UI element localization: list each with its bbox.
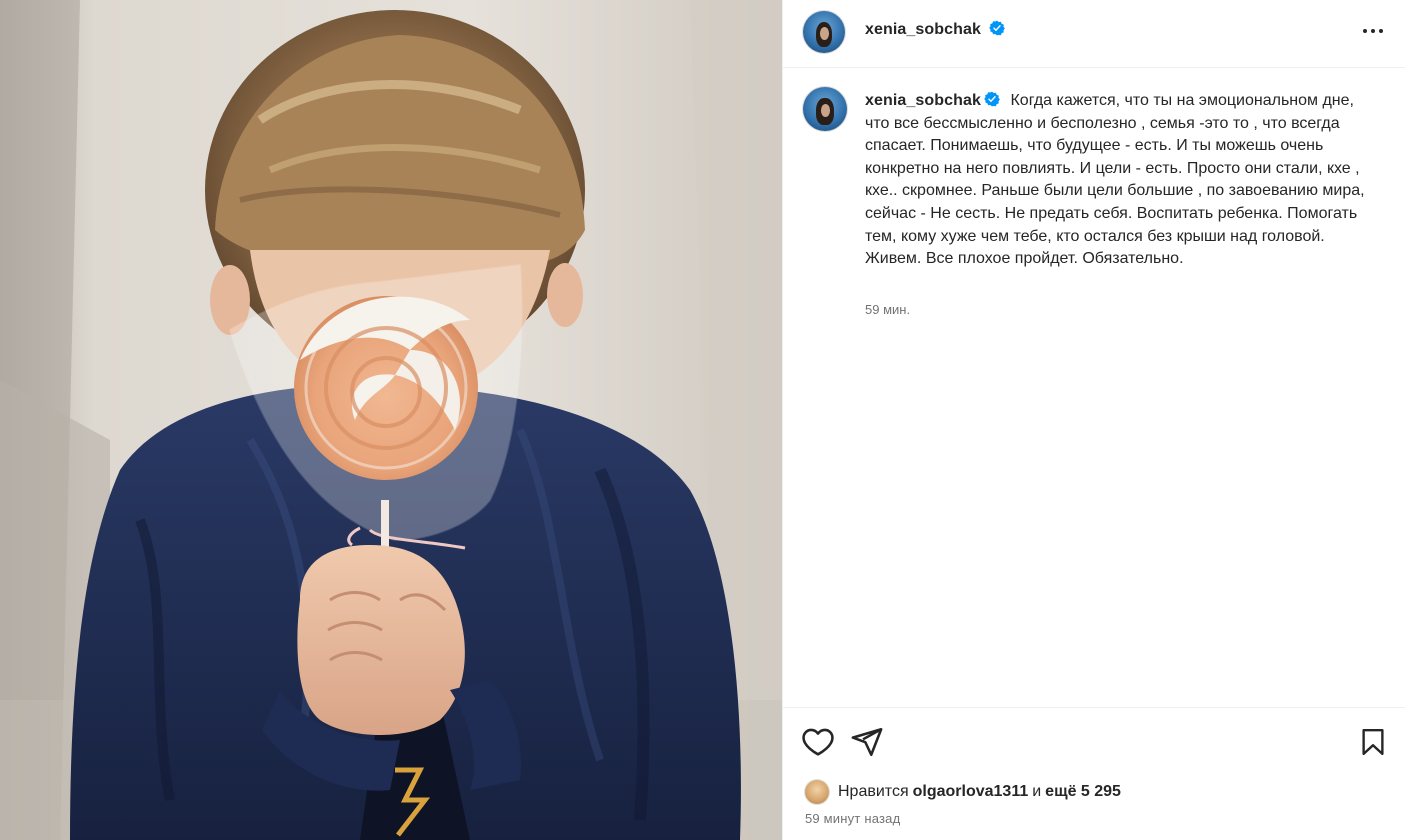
instagram-post: xenia_sobchak xenia_sobchak Когда кажетс…	[0, 0, 1405, 840]
likes-summary: Нравится olgaorlova1311 и ещё 5 295	[805, 780, 1125, 804]
post-header: xenia_sobchak	[783, 0, 1405, 68]
post-timestamp[interactable]: 59 минут назад	[805, 811, 900, 826]
caption-text-block: xenia_sobchak Когда кажется, что ты на э…	[865, 90, 1380, 271]
paper-plane-icon[interactable]	[850, 725, 884, 759]
author-username-text[interactable]: xenia_sobchak	[865, 21, 981, 38]
author-avatar[interactable]	[803, 11, 845, 53]
verified-badge-icon	[988, 20, 1005, 36]
likes-count-link[interactable]: ещё 5 295	[1045, 783, 1121, 801]
post-photo-image	[0, 0, 782, 840]
caption-text: Когда кажется, что ты на эмоциональном д…	[865, 92, 1365, 268]
caption-author-username-text[interactable]: xenia_sobchak	[865, 92, 981, 109]
bookmark-icon[interactable]	[1358, 725, 1388, 759]
heart-icon[interactable]	[801, 725, 835, 759]
action-bar: Нравится olgaorlova1311 и ещё 5 295 59 м…	[783, 707, 1405, 840]
post-photo[interactable]	[0, 0, 782, 840]
post-details-panel: xenia_sobchak xenia_sobchak Когда кажетс…	[782, 0, 1405, 840]
likes-user-link[interactable]: olgaorlova1311	[913, 783, 1029, 801]
likes-prefix: Нравится	[838, 783, 909, 800]
more-options-icon[interactable]	[1358, 18, 1388, 44]
caption-author-avatar[interactable]	[803, 87, 847, 131]
caption-time[interactable]: 59 мин.	[865, 302, 910, 317]
caption-author-username[interactable]: xenia_sobchak	[865, 91, 1000, 109]
verified-badge-icon	[984, 91, 1000, 107]
author-username[interactable]: xenia_sobchak	[865, 20, 1005, 39]
liker-avatar[interactable]	[805, 780, 829, 804]
likes-connector: и	[1032, 783, 1042, 800]
